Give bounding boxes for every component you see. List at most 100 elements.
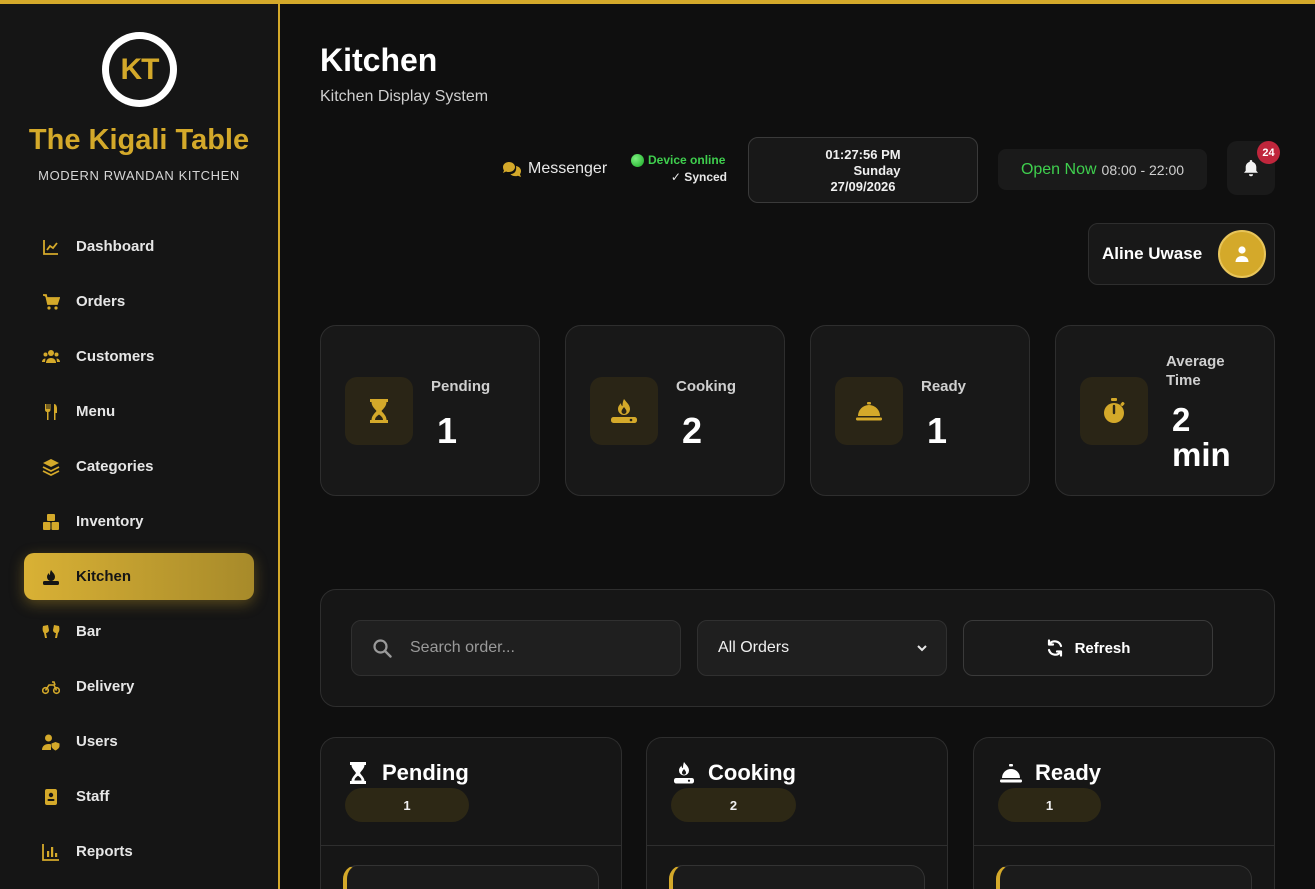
- status-filter-select[interactable]: All Orders: [697, 620, 947, 676]
- column-pending: Pending 1: [320, 737, 622, 889]
- cart-icon: [43, 293, 60, 310]
- filter-panel: All Orders Refresh: [320, 589, 1275, 707]
- sidebar-item-categories[interactable]: Categories: [24, 443, 254, 490]
- stat-card-ready: Ready 1: [810, 325, 1030, 496]
- order-card[interactable]: [343, 865, 599, 889]
- stopwatch-icon: [1104, 398, 1125, 423]
- sidebar-item-staff[interactable]: Staff: [24, 773, 254, 820]
- search-box[interactable]: [351, 620, 681, 676]
- sidebar-item-bar[interactable]: Bar: [24, 608, 254, 655]
- brand-name: The Kigali Table: [28, 124, 250, 156]
- notification-count-badge: 24: [1257, 141, 1280, 164]
- refresh-button[interactable]: Refresh: [963, 620, 1213, 676]
- column-cooking: Cooking 2: [646, 737, 948, 889]
- sidebar-item-label: Dashboard: [76, 238, 155, 255]
- glasses-cheers-icon: [42, 624, 60, 638]
- kitchen-burner-icon: [43, 569, 59, 585]
- column-count-badge: 1: [345, 788, 469, 822]
- open-hours: 08:00 - 22:00: [1101, 161, 1185, 178]
- sidebar: KT The Kigali Table MODERN RWANDAN KITCH…: [0, 4, 280, 889]
- search-icon: [373, 639, 392, 658]
- sidebar-item-users[interactable]: Users: [24, 718, 254, 765]
- sidebar-item-reports[interactable]: Reports: [24, 828, 254, 875]
- order-card[interactable]: [669, 865, 925, 889]
- burner-icon: [611, 399, 637, 423]
- column-title: Cooking: [708, 760, 796, 785]
- chart-line-icon: [43, 239, 58, 255]
- sidebar-item-customers[interactable]: Customers: [24, 333, 254, 380]
- column-ready: Ready 1: [973, 737, 1275, 889]
- stat-label: Cooking: [676, 378, 736, 395]
- concierge-bell-icon: [1000, 764, 1022, 783]
- sidebar-item-dashboard[interactable]: Dashboard: [24, 223, 254, 270]
- status-dot-icon: [631, 153, 644, 167]
- chat-bubbles-icon: [503, 162, 521, 177]
- sidebar-item-kitchen[interactable]: Kitchen: [24, 553, 254, 600]
- utensils-icon: [45, 403, 57, 420]
- stat-label: Pending: [431, 378, 491, 395]
- brand-logo[interactable]: KT: [102, 32, 177, 107]
- column-count-badge: 2: [671, 788, 796, 822]
- concierge-bell-icon: [856, 402, 882, 421]
- bell-icon: [1244, 160, 1258, 177]
- sidebar-item-label: Delivery: [76, 678, 135, 695]
- clock-date: 27/09/2026: [830, 179, 896, 194]
- sidebar-item-label: Bar: [76, 623, 102, 640]
- users-icon: [42, 349, 60, 363]
- stat-label: Ready: [921, 378, 967, 395]
- stat-card-average-time: Average Time 2 min: [1055, 325, 1275, 496]
- hourglass-icon: [350, 762, 366, 784]
- user-name: Aline Uwase: [1102, 244, 1203, 263]
- logo-initials: KT: [120, 52, 160, 86]
- order-card[interactable]: [996, 865, 1252, 889]
- clock-panel: 01:27:56 PM Sunday 27/09/2026: [748, 137, 978, 203]
- device-online-label: Device online: [648, 153, 726, 167]
- messenger-button[interactable]: Messenger: [502, 160, 607, 178]
- sidebar-item-label: Categories: [76, 458, 154, 475]
- sidebar-item-label: Inventory: [76, 513, 144, 530]
- search-input[interactable]: [410, 639, 660, 657]
- clock-day: Sunday: [853, 163, 901, 178]
- page-subtitle: Kitchen Display System: [320, 88, 489, 105]
- user-menu[interactable]: Aline Uwase: [1088, 223, 1275, 285]
- sidebar-item-label: Users: [76, 733, 118, 750]
- stat-value: 1: [437, 410, 458, 451]
- sidebar-item-label: Orders: [76, 293, 126, 310]
- column-title: Pending: [382, 760, 469, 785]
- avatar: [1218, 230, 1266, 278]
- sidebar-nav: Dashboard Orders Customers Menu Categori…: [24, 223, 254, 883]
- stat-value: 2: [682, 410, 703, 451]
- sidebar-item-inventory[interactable]: Inventory: [24, 498, 254, 545]
- sidebar-item-label: Staff: [76, 788, 110, 805]
- sidebar-item-label: Customers: [76, 348, 155, 365]
- clock-time: 01:27:56 PM: [825, 147, 901, 162]
- stat-value: 1: [927, 410, 948, 451]
- bar-chart-icon: [42, 843, 59, 861]
- user-icon: [1235, 246, 1249, 262]
- stat-card-pending: Pending 1: [320, 325, 540, 496]
- sidebar-item-label: Kitchen: [76, 568, 132, 585]
- messenger-label: Messenger: [528, 160, 608, 177]
- sidebar-item-menu[interactable]: Menu: [24, 388, 254, 435]
- id-badge-icon: [45, 788, 57, 805]
- brand-tagline: MODERN RWANDAN KITCHEN: [38, 168, 240, 183]
- refresh-icon: [1047, 639, 1062, 657]
- sidebar-item-orders[interactable]: Orders: [24, 278, 254, 325]
- motorcycle-icon: [42, 680, 60, 694]
- stat-value: 2 min: [1172, 401, 1231, 473]
- sidebar-item-label: Reports: [76, 843, 133, 860]
- burner-icon: [674, 762, 694, 784]
- refresh-label: Refresh: [1074, 639, 1131, 657]
- open-status-badge: Open Now 08:00 - 22:00: [998, 149, 1207, 190]
- select-value: All Orders: [718, 639, 790, 656]
- boxes-icon: [43, 513, 59, 530]
- column-count-badge: 1: [998, 788, 1101, 822]
- hourglass-icon: [370, 399, 388, 423]
- sync-status: ✓ Synced: [670, 170, 727, 184]
- page-title: Kitchen: [320, 42, 438, 78]
- stat-card-cooking: Cooking 2: [565, 325, 785, 496]
- user-shield-icon: [42, 734, 60, 750]
- device-status: Device online ✓ Synced: [631, 153, 731, 184]
- sidebar-item-label: Menu: [76, 403, 116, 420]
- sidebar-item-delivery[interactable]: Delivery: [24, 663, 254, 710]
